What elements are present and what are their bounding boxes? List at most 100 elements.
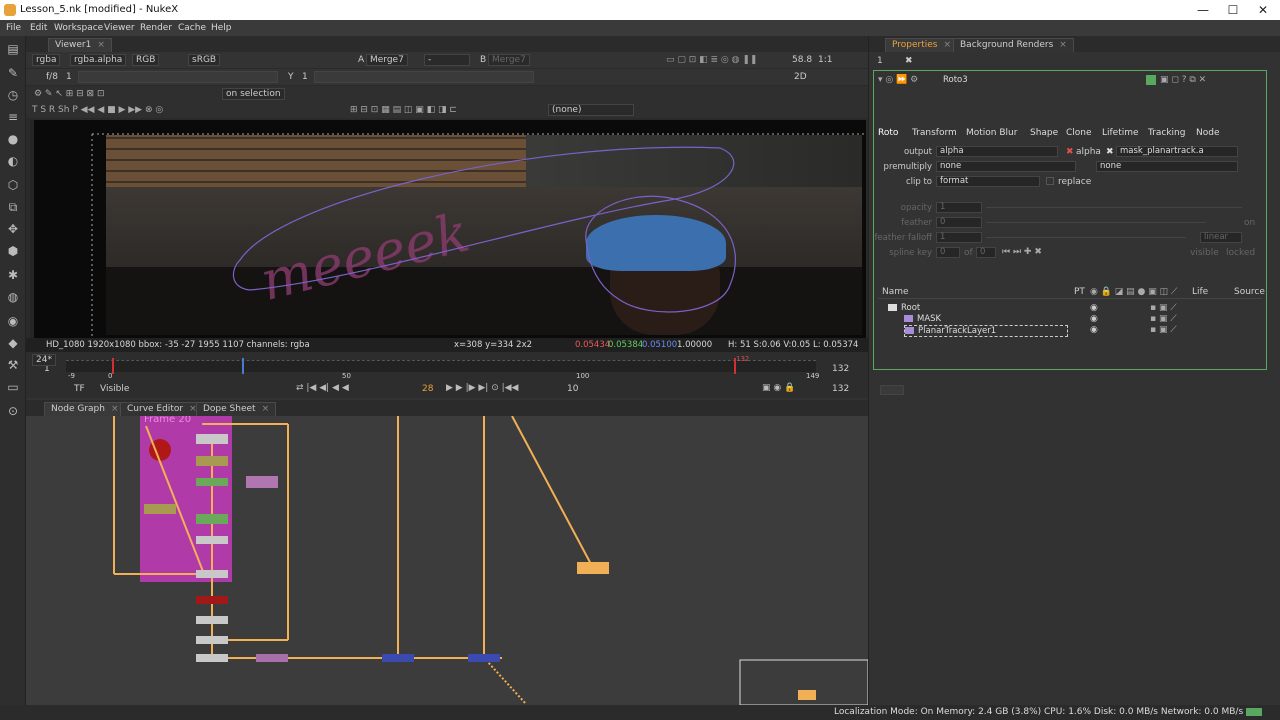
add-remove-layer-buttons[interactable] xyxy=(880,385,904,395)
tab-shape[interactable]: Shape xyxy=(1030,128,1058,138)
gain-slider[interactable] xyxy=(78,71,278,83)
alpha-checkbox-icon[interactable]: ✖ xyxy=(1066,147,1074,157)
close-tab-icon[interactable]: × xyxy=(111,404,119,414)
tab-curve-editor[interactable]: Curve Editor × xyxy=(120,402,204,416)
tab-properties[interactable]: Properties × xyxy=(885,38,959,52)
roto-tool-icons[interactable]: T S R Sh P ◀◀ ◀ ■ ▶ ▶▶ ⊗ ◎ xyxy=(32,105,163,115)
feather-slider[interactable] xyxy=(986,222,1206,223)
filter-nodes-icon[interactable]: ◐ xyxy=(6,154,20,168)
layer-none-select[interactable]: (none) xyxy=(548,104,634,116)
close-tab-icon[interactable]: × xyxy=(262,404,270,414)
maximize-button[interactable]: ☐ xyxy=(1218,2,1248,18)
view-mode-select[interactable]: 2D xyxy=(794,72,807,82)
feather-falloff-slider[interactable] xyxy=(986,237,1186,238)
node-window-icons[interactable]: ▣ ◻ ? ⧉ ✕ xyxy=(1160,75,1206,85)
frame-step[interactable]: 10 xyxy=(567,384,578,394)
tab-tracking[interactable]: Tracking xyxy=(1148,128,1185,138)
mask-checkbox-icon[interactable]: ✖ xyxy=(1106,147,1114,157)
menu-file[interactable]: File xyxy=(6,23,21,33)
node-white[interactable] xyxy=(196,434,228,444)
node-olive[interactable] xyxy=(196,456,228,466)
channel-nodes-icon[interactable]: ≡ xyxy=(6,110,20,124)
node-name-field[interactable]: Roto3 xyxy=(940,75,1136,86)
row-flags-icons[interactable]: ▪ ▣ ⟋ xyxy=(1150,303,1177,313)
views-nodes-icon[interactable]: ◉ xyxy=(6,314,20,328)
play-forward-controls[interactable]: ▶ ▶ |▶ ▶| ⊙ |◀◀ xyxy=(446,383,518,393)
end-frame[interactable]: 132 xyxy=(832,384,849,394)
node-orange[interactable] xyxy=(577,562,609,574)
visibility-eye-icon[interactable]: ◉ xyxy=(1090,325,1098,335)
tab-node[interactable]: Node xyxy=(1196,128,1220,138)
toolsets-icon[interactable]: ⚒ xyxy=(6,358,20,372)
transform-tool-icons[interactable]: ⊞ ⊟ ⊡ ▦ ▤ ◫ ▣ ◧ ◨ ⊏ xyxy=(350,105,457,115)
tab-transform[interactable]: Transform xyxy=(912,128,957,138)
tab-clone[interactable]: Clone xyxy=(1066,128,1092,138)
minimize-button[interactable]: — xyxy=(1188,2,1218,18)
tab-dope-sheet[interactable]: Dope Sheet × xyxy=(196,402,277,416)
max-panels-field[interactable]: 1 xyxy=(877,56,883,66)
3d-nodes-icon[interactable]: ⬢ xyxy=(6,244,20,258)
image-nodes-icon[interactable]: ▤ xyxy=(6,42,20,56)
tree-item-planartracklayer1[interactable]: PlanarTrackLayer1 xyxy=(904,325,1068,337)
color-nodes-icon[interactable]: ● xyxy=(6,132,20,146)
playback-controls[interactable]: ⇄ |◀ ◀| ◀ ◀ xyxy=(296,383,349,393)
tab-roto[interactable]: Roto xyxy=(878,128,898,138)
feather-falloff-field[interactable]: 1 xyxy=(936,232,982,243)
node-white[interactable] xyxy=(196,636,228,644)
metadata-nodes-icon[interactable]: ◆ xyxy=(6,336,20,350)
mask-channel-select[interactable]: mask_planartrack.a xyxy=(1116,146,1238,157)
node-blue[interactable] xyxy=(468,654,500,662)
node-olive[interactable] xyxy=(144,504,176,514)
colorspace-select[interactable]: sRGB xyxy=(188,54,221,66)
display-channel-select[interactable]: RGB xyxy=(132,54,160,66)
particles-nodes-icon[interactable]: ✱ xyxy=(6,268,20,282)
node-red[interactable] xyxy=(196,596,228,604)
clip-to-select[interactable]: format xyxy=(936,176,1040,187)
node-white[interactable] xyxy=(196,536,228,544)
viewer-canvas[interactable]: meeeek xyxy=(30,120,866,338)
gain-value[interactable]: 1 xyxy=(66,72,72,82)
tab-node-graph[interactable]: Node Graph × xyxy=(44,402,126,416)
fps-select[interactable]: 24* xyxy=(32,354,56,366)
close-button[interactable]: ✕ xyxy=(1248,2,1278,18)
range-select[interactable]: Visible xyxy=(100,384,129,394)
compare-op-select[interactable]: - xyxy=(424,54,470,66)
a-input-select[interactable]: Merge7 xyxy=(366,54,408,66)
node-graph-canvas[interactable]: Frame 20 xyxy=(26,416,868,705)
draw-nodes-icon[interactable]: ✎ xyxy=(6,66,20,80)
current-frame[interactable]: 28 xyxy=(422,384,433,394)
row-flags-icons[interactable]: ▪ ▣ ⟋ xyxy=(1150,314,1177,324)
menu-help[interactable]: Help xyxy=(211,23,232,33)
channels-select[interactable]: rgba xyxy=(32,54,61,66)
key-navigation-icons[interactable]: ⏮ ⏭ ✚ ✖ xyxy=(1002,247,1042,257)
node-white[interactable] xyxy=(196,570,228,578)
update-select[interactable]: on selection xyxy=(222,88,285,100)
b-input-select[interactable]: Merge7 xyxy=(488,54,530,66)
close-tab-icon[interactable]: × xyxy=(1059,40,1067,50)
close-tab-icon[interactable]: × xyxy=(97,40,105,50)
feather-field[interactable]: 0 xyxy=(936,217,982,228)
timecode-select[interactable]: TF xyxy=(74,384,85,394)
premultiply-select[interactable]: none xyxy=(936,161,1076,172)
keyer-nodes-icon[interactable]: ⬡ xyxy=(6,178,20,192)
visibility-eye-icon[interactable]: ◉ xyxy=(1090,303,1098,313)
tree-item-root[interactable]: Root xyxy=(888,303,920,313)
roto-shape-head[interactable] xyxy=(585,195,736,313)
menu-cache[interactable]: Cache xyxy=(178,23,206,33)
deep-nodes-icon[interactable]: ◍ xyxy=(6,290,20,304)
merge-nodes-icon[interactable]: ⧉ xyxy=(6,200,20,214)
menu-workspace[interactable]: Workspace xyxy=(54,23,103,33)
transform-nodes-icon[interactable]: ✥ xyxy=(6,222,20,236)
spline-key-field[interactable]: 0 xyxy=(936,247,960,258)
tab-motion-blur[interactable]: Motion Blur xyxy=(966,128,1017,138)
premultiply-select-2[interactable]: none xyxy=(1096,161,1238,172)
replace-checkbox[interactable] xyxy=(1046,177,1054,185)
menu-render[interactable]: Render xyxy=(140,23,172,33)
timeline-end[interactable]: 132 xyxy=(832,364,849,374)
roto-shape-graffiti[interactable] xyxy=(232,146,735,291)
node-green[interactable] xyxy=(196,478,228,486)
timeline-track[interactable] xyxy=(66,360,816,372)
falloff-mode-select[interactable]: linear xyxy=(1200,232,1242,243)
alpha-channel-select[interactable]: rgba.alpha xyxy=(70,54,127,66)
node-mauve[interactable] xyxy=(256,654,288,662)
